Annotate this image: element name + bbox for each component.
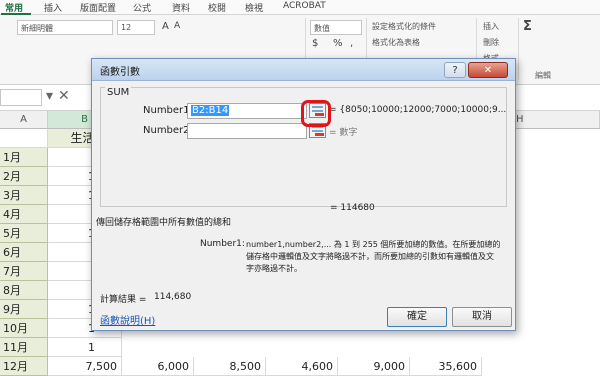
grid-cell[interactable]: 6,000 bbox=[122, 357, 194, 376]
argument-detail-text: number1,number2,... 為 1 到 255 個所要加總的數值。在… bbox=[246, 240, 501, 249]
total-preview: = 114680 bbox=[330, 203, 375, 213]
row-label-mar[interactable]: 3月 bbox=[0, 186, 48, 205]
conditional-format-button[interactable]: 設定格式化的條件 bbox=[372, 21, 436, 32]
tab-review[interactable]: 校閱 bbox=[208, 1, 226, 14]
row-label-nov[interactable]: 11月 bbox=[0, 338, 48, 357]
shrink-font-icon[interactable]: A bbox=[174, 21, 180, 31]
highlight-callout bbox=[301, 100, 331, 127]
grid-cell[interactable]: 4,600 bbox=[266, 357, 338, 376]
row-label-jun[interactable]: 6月 bbox=[0, 243, 48, 262]
row-label-jan[interactable]: 1月 bbox=[0, 148, 48, 167]
cancel-edit-icon[interactable]: ✕ bbox=[58, 88, 70, 104]
dialog-title-bar[interactable]: 函數引數 ? ✕ bbox=[92, 59, 515, 81]
number2-input[interactable] bbox=[187, 123, 307, 139]
column-header-a[interactable]: A bbox=[0, 111, 48, 129]
row-label-aug[interactable]: 8月 bbox=[0, 281, 48, 300]
grow-font-icon[interactable]: A bbox=[162, 21, 169, 32]
function-arguments-dialog: 函數引數 ? ✕ SUM Number1 B2:B14 = {8050;1000… bbox=[91, 58, 516, 331]
help-button[interactable]: ? bbox=[444, 62, 466, 78]
function-description: 傳回儲存格範圍中所有數值的總和 bbox=[96, 218, 232, 228]
delete-cells-button[interactable]: 刪除 bbox=[483, 37, 499, 48]
name-box-dropdown-icon[interactable]: ▾ bbox=[46, 88, 53, 104]
dialog-title: 函數引數 bbox=[100, 67, 140, 78]
grid-cell[interactable]: 1 bbox=[48, 338, 122, 357]
row-label-may[interactable]: 5月 bbox=[0, 224, 48, 243]
ribbon-separator bbox=[518, 18, 519, 80]
row-label-apr[interactable]: 4月 bbox=[0, 205, 48, 224]
row-label-feb[interactable]: 2月 bbox=[0, 167, 48, 186]
row-label-dec[interactable]: 12月 bbox=[0, 357, 48, 376]
grid-cell[interactable]: 35,600 bbox=[410, 357, 482, 376]
font-size-select[interactable]: 12 bbox=[117, 20, 155, 35]
cancel-button[interactable]: 取消 bbox=[452, 307, 512, 327]
number1-selected-text: B2:B14 bbox=[191, 105, 230, 116]
number1-preview: = {8050;10000;12000;7000;10000;9... bbox=[329, 105, 507, 115]
tab-formulas[interactable]: 公式 bbox=[133, 1, 151, 14]
autosum-icon[interactable]: Σ bbox=[523, 19, 532, 34]
tab-page-layout[interactable]: 版面配置 bbox=[80, 1, 116, 14]
result-value: 114,680 bbox=[154, 292, 192, 302]
percent-format-button[interactable]: % bbox=[333, 38, 343, 49]
comma-format-button[interactable]: , bbox=[350, 38, 353, 49]
format-as-table-button[interactable]: 格式化為表格 bbox=[372, 37, 420, 48]
tab-data[interactable]: 資料 bbox=[172, 1, 190, 14]
row-label-oct[interactable]: 10月 bbox=[0, 319, 48, 338]
result-label: 計算結果 = bbox=[100, 295, 147, 305]
editing-group-label: 編輯 bbox=[535, 71, 551, 80]
argument-detail-text: 儲存格中邏輯值及文字將略過不計，而所要加總的引數如有邏輯值及文 bbox=[246, 252, 494, 261]
grid-cell[interactable] bbox=[0, 129, 48, 148]
row-label-sep[interactable]: 9月 bbox=[0, 300, 48, 319]
name-box[interactable] bbox=[0, 89, 42, 106]
tab-acrobat[interactable]: ACROBAT bbox=[283, 1, 326, 11]
number-format-select[interactable]: 數值 bbox=[310, 20, 362, 35]
number2-preview: = 數字 bbox=[329, 128, 358, 138]
font-name-select[interactable]: 新細明體 bbox=[17, 20, 113, 35]
number1-label: Number1 bbox=[143, 105, 190, 116]
row-label-jul[interactable]: 7月 bbox=[0, 262, 48, 281]
close-button[interactable]: ✕ bbox=[468, 62, 508, 78]
tab-view[interactable]: 檢視 bbox=[245, 1, 263, 14]
insert-cells-button[interactable]: 插入 bbox=[483, 21, 499, 32]
grid-cell[interactable]: 7,500 bbox=[48, 357, 122, 376]
number1-input[interactable]: B2:B14 bbox=[187, 103, 307, 119]
currency-format-button[interactable]: $ bbox=[312, 38, 318, 49]
function-help-link[interactable]: 函數說明(H) bbox=[100, 312, 155, 327]
grid-cell[interactable]: 8,500 bbox=[194, 357, 266, 376]
function-name: SUM bbox=[105, 87, 132, 98]
grid-cell[interactable]: 9,000 bbox=[338, 357, 410, 376]
argument-detail-label: Number1: bbox=[200, 239, 245, 249]
tab-insert[interactable]: 插入 bbox=[44, 1, 62, 14]
argument-detail-text: 字亦略過不計。 bbox=[246, 264, 302, 273]
ribbon-tab-bar: 常用 插入 版面配置 公式 資料 校閱 檢視 ACROBAT bbox=[0, 0, 600, 15]
number2-label: Number2 bbox=[143, 125, 190, 136]
ok-button[interactable]: 確定 bbox=[387, 307, 447, 327]
